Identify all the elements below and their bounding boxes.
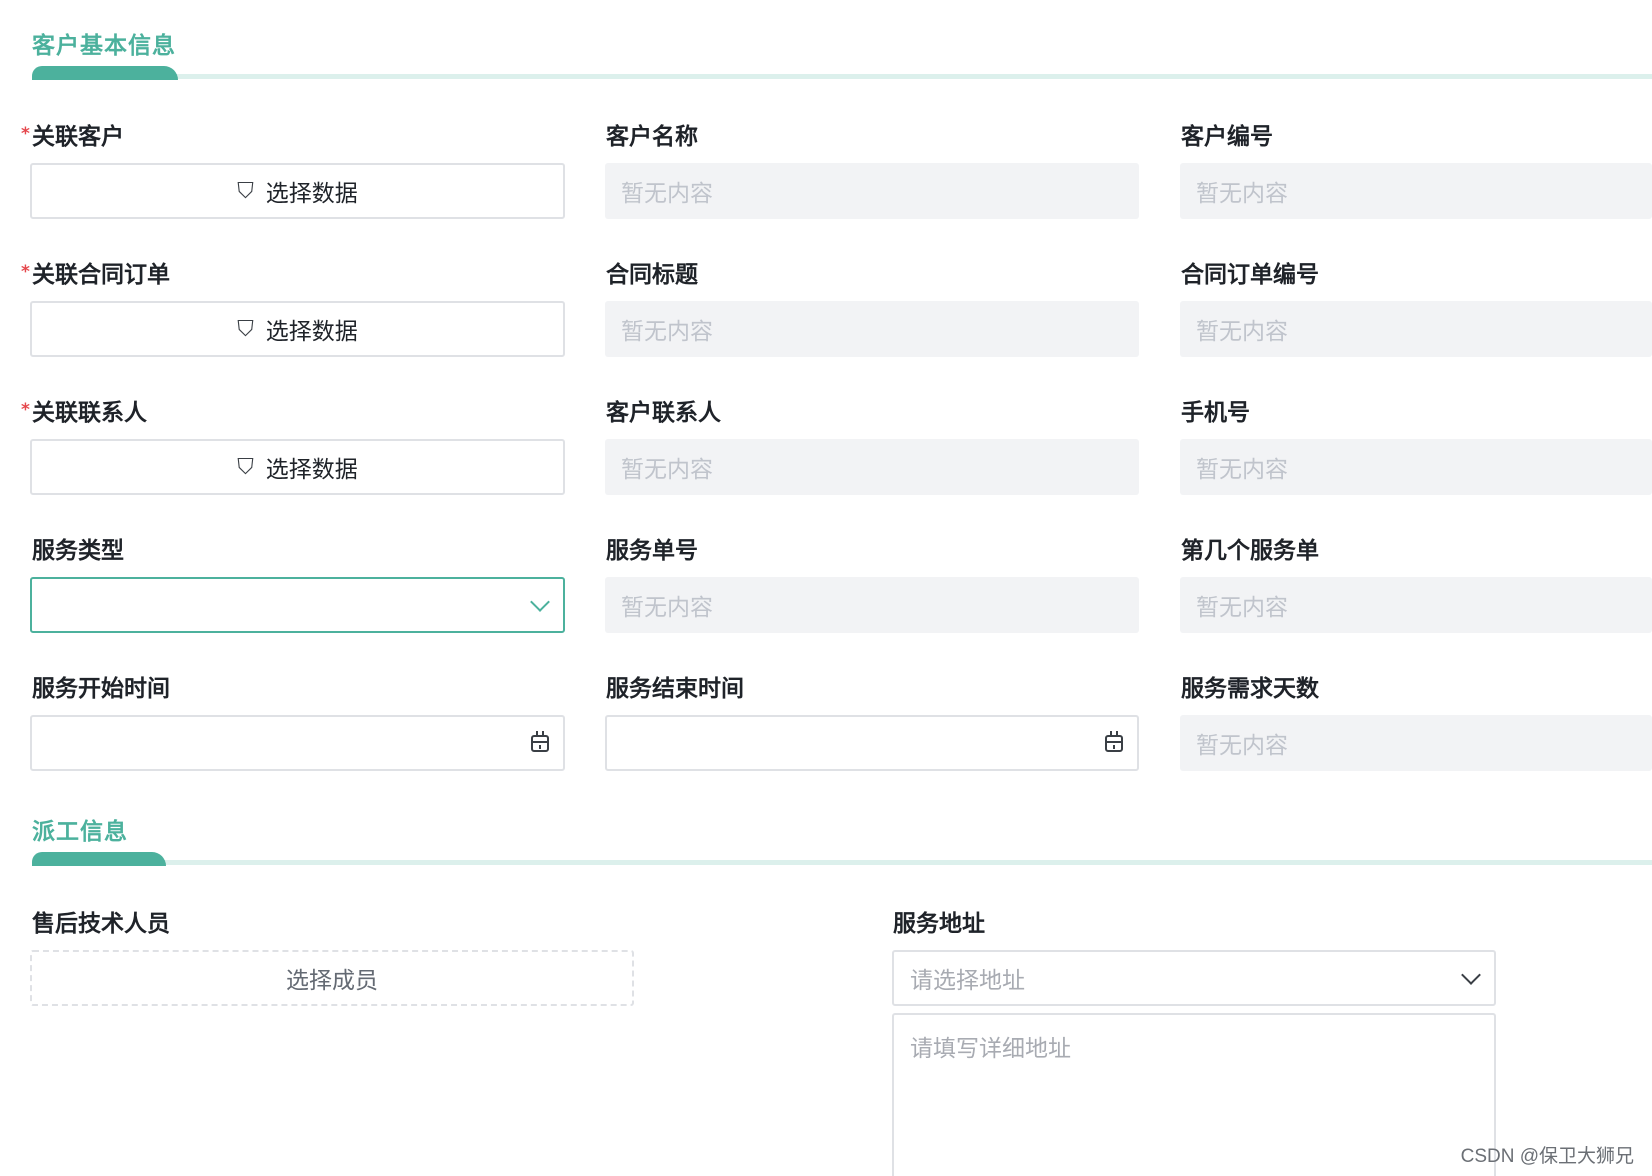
section-title-dispatch-info: 派工信息 [32,819,128,845]
label-service-type: 服务类型 [32,538,124,564]
service-end-time-picker[interactable] [605,715,1139,771]
address-select-dropdown[interactable]: 请选择地址 [892,950,1496,1006]
label-customer-name: 客户名称 [606,124,698,150]
section-divider [32,74,1652,79]
label-service-start-time: 服务开始时间 [32,676,170,702]
label-related-contact: * 关联联系人 [21,398,147,428]
chevron-down-icon [1461,965,1481,985]
required-mark: * [21,400,30,420]
service-no-field: 暂无内容 [605,577,1139,633]
label-contract-order-code: 合同订单编号 [1181,262,1319,288]
data-select-icon: ⛉ [237,316,254,342]
customer-code-field: 暂无内容 [1180,163,1652,219]
customer-name-field: 暂无内容 [605,163,1139,219]
label-mobile: 手机号 [1181,400,1250,426]
contract-order-code-field: 暂无内容 [1180,301,1652,357]
address-detail-placeholder: 请填写详细地址 [910,1036,1071,1062]
select-data-label: 选择数据 [265,181,358,207]
empty-placeholder: 暂无内容 [621,319,713,345]
label-service-days: 服务需求天数 [1181,676,1319,702]
label-customer-code: 客户编号 [1181,124,1273,150]
label-related-customer: * 关联客户 [21,122,124,152]
label-customer-contact: 客户联系人 [606,400,721,426]
section-accent-bar [32,852,166,866]
data-select-icon: ⛉ [237,178,254,204]
label-related-contract-order: * 关联合同订单 [21,260,170,290]
label-text: 关联客户 [32,124,124,150]
section-divider [32,860,1652,865]
empty-placeholder: 暂无内容 [621,595,713,621]
label-contract-title: 合同标题 [606,262,698,288]
select-data-label: 选择数据 [265,457,358,483]
empty-placeholder: 暂无内容 [1196,595,1288,621]
select-data-label: 选择数据 [265,319,358,345]
service-start-time-picker[interactable] [30,715,565,771]
service-days-field: 暂无内容 [1180,715,1652,771]
data-select-icon: ⛉ [237,454,254,480]
related-contact-select-button[interactable]: ⛉ 选择数据 [30,439,565,495]
mobile-field: 暂无内容 [1180,439,1652,495]
empty-placeholder: 暂无内容 [621,457,713,483]
required-mark: * [21,262,30,282]
label-service-end-time: 服务结束时间 [606,676,744,702]
address-detail-textarea[interactable]: 请填写详细地址 [892,1013,1496,1176]
empty-placeholder: 暂无内容 [1196,319,1288,345]
customer-contact-field: 暂无内容 [605,439,1139,495]
chevron-down-icon [530,592,550,612]
label-text: 关联联系人 [32,400,147,426]
empty-placeholder: 暂无内容 [1196,181,1288,207]
empty-placeholder: 暂无内容 [1196,733,1288,759]
calendar-icon [1105,730,1123,752]
related-contract-order-select-button[interactable]: ⛉ 选择数据 [30,301,565,357]
address-select-placeholder: 请选择地址 [910,968,1025,994]
empty-placeholder: 暂无内容 [1196,457,1288,483]
select-member-label: 选择成员 [286,968,378,994]
label-after-sales-tech: 售后技术人员 [32,911,170,937]
watermark: CSDN @保卫大狮兄 [1460,1146,1634,1167]
contract-title-field: 暂无内容 [605,301,1139,357]
select-member-button[interactable]: 选择成员 [30,950,634,1006]
label-nth-service: 第几个服务单 [1181,538,1319,564]
related-customer-select-button[interactable]: ⛉ 选择数据 [30,163,565,219]
required-mark: * [21,124,30,144]
calendar-icon [531,730,549,752]
nth-service-field: 暂无内容 [1180,577,1652,633]
service-type-dropdown[interactable] [30,577,565,633]
section-title-customer-info: 客户基本信息 [32,33,176,59]
empty-placeholder: 暂无内容 [621,181,713,207]
label-text: 关联合同订单 [32,262,170,288]
section-accent-bar [32,66,178,80]
label-service-no: 服务单号 [606,538,698,564]
service-order-form: 客户基本信息 * 关联客户 ⛉ 选择数据 客户名称 暂无内容 客户编号 暂无内容… [0,0,1652,1176]
label-service-address: 服务地址 [893,911,985,937]
